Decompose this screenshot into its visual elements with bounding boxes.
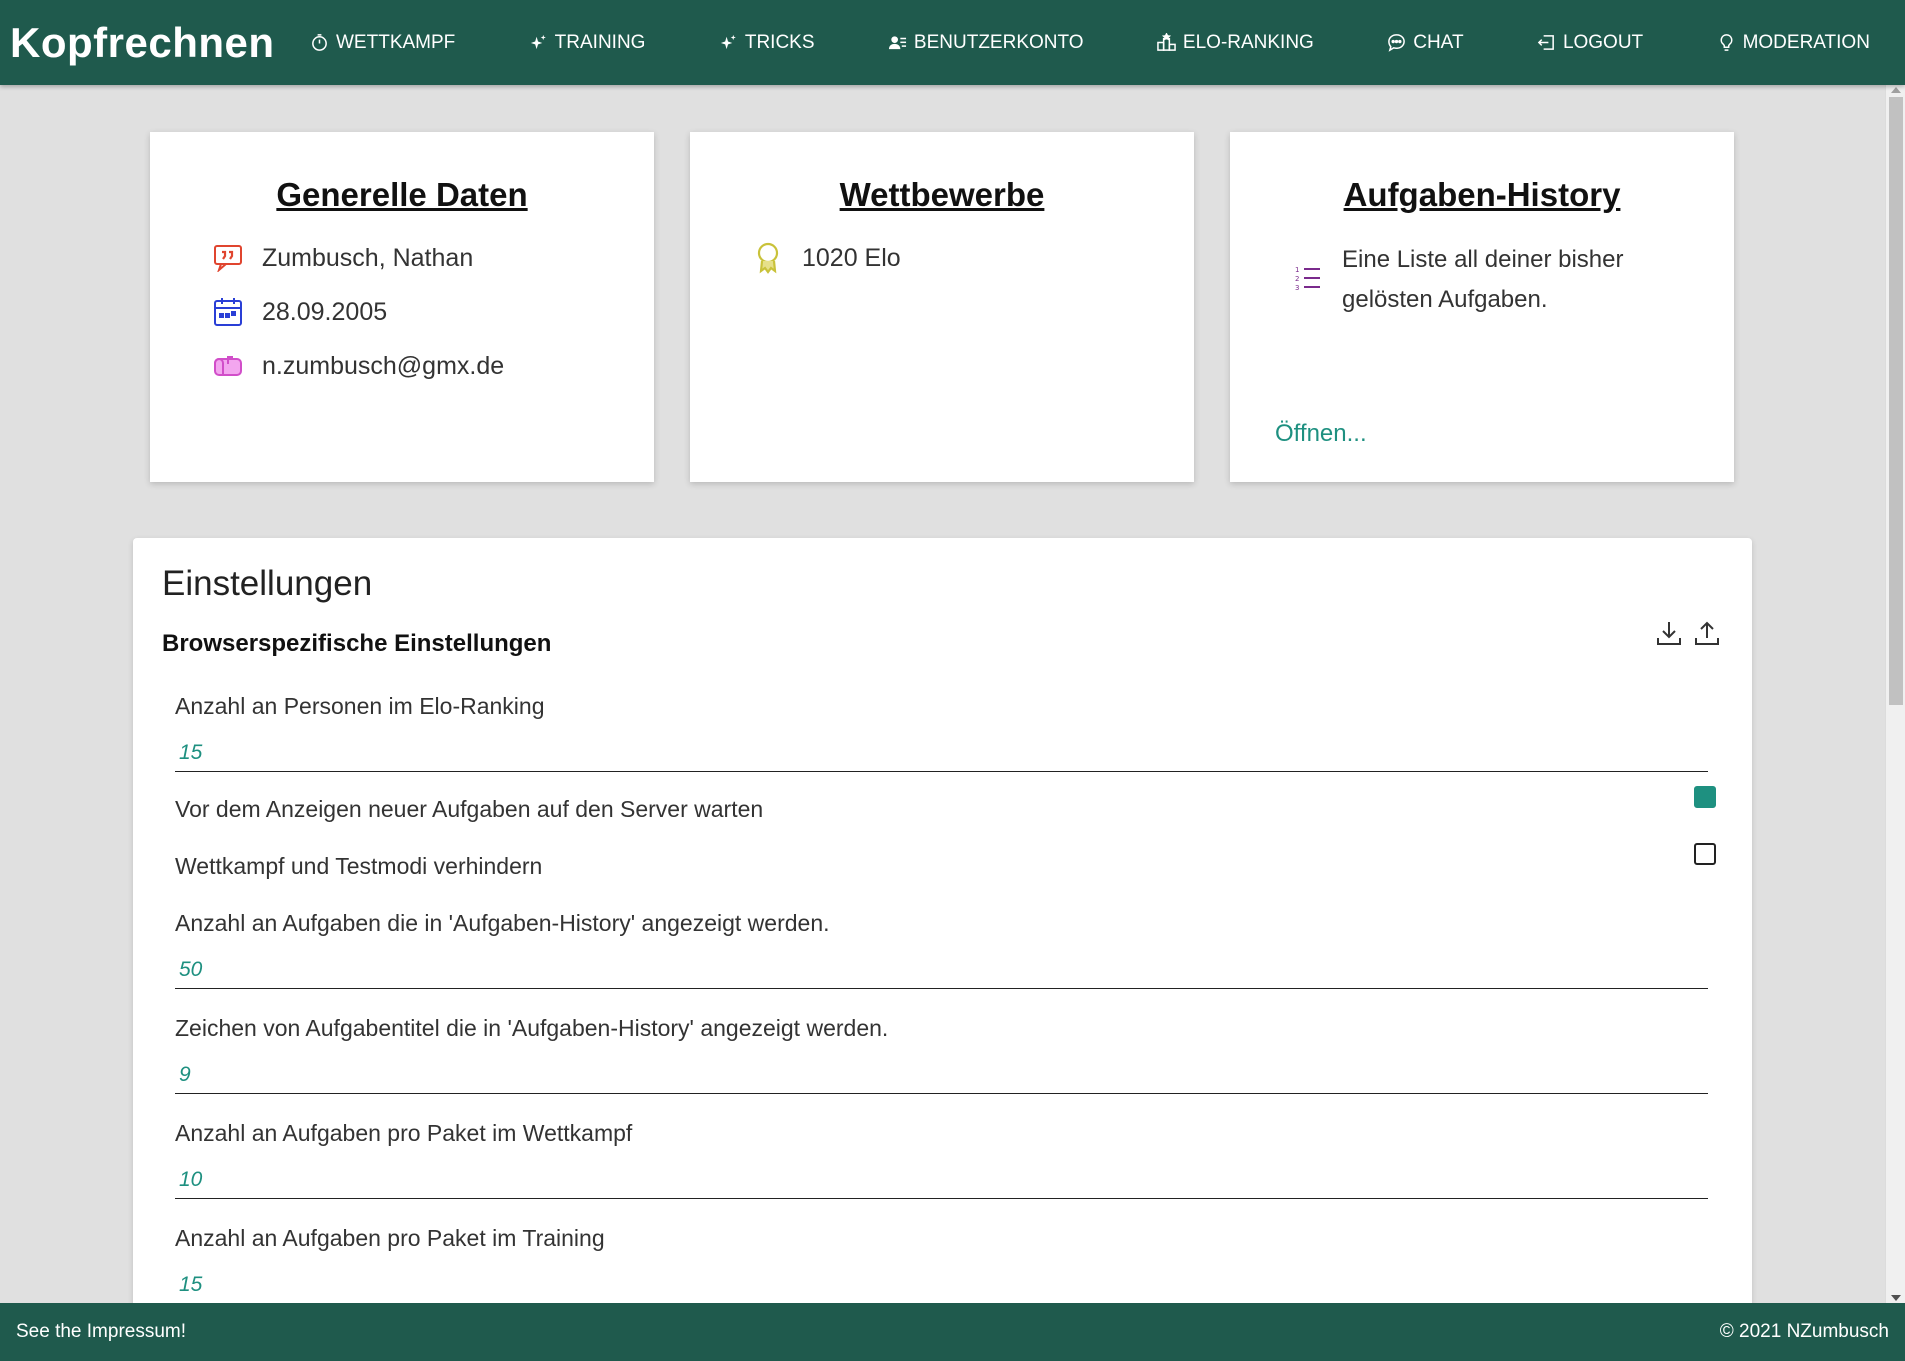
setting-label-training-package: Anzahl an Aufgaben pro Paket im Training	[175, 1225, 605, 1251]
nav-menu: WETTKAMPF TRAINING TRICKS BENUTZERKONTO …	[310, 32, 1905, 54]
competitions-card: Wettbewerbe 1020 Elo	[690, 132, 1194, 482]
stopwatch-icon	[312, 34, 327, 51]
user-name: Zumbusch, Nathan	[262, 243, 474, 272]
setting-label-wait-server: Vor dem Anzeigen neuer Aufgaben auf den …	[175, 796, 764, 822]
chat-bubble-icon	[1388, 34, 1406, 52]
footer: See the Impressum! © 2021 NZumbusch	[0, 1303, 1905, 1361]
scroll-up-arrow-icon[interactable]	[1891, 87, 1901, 93]
card-title: Aufgaben-History	[1343, 176, 1621, 213]
email-row: n.zumbusch@gmx.de	[212, 350, 654, 382]
setting-label-history-count: Anzahl an Aufgaben die in 'Aufgaben-Hist…	[175, 910, 830, 936]
email: n.zumbusch@gmx.de	[262, 351, 505, 380]
general-data-card: Generelle Daten Zumbusch, Nathan 28.09.2…	[150, 132, 654, 482]
history-count-input[interactable]: 50	[175, 951, 1708, 989]
scroll-thumb[interactable]	[1889, 97, 1903, 705]
elo-value: 1020 Elo	[802, 243, 901, 272]
nav-item-wettkampf[interactable]: WETTKAMPF	[310, 32, 455, 54]
title-chars-input[interactable]: 9	[175, 1056, 1708, 1094]
task-history-card: Aufgaben-History 123 Eine Liste all dein…	[1230, 132, 1734, 482]
lightbulb-icon	[1720, 34, 1733, 51]
impressum-link[interactable]: See the Impressum!	[16, 1321, 186, 1343]
setting-label-elo-count: Anzahl an Personen im Elo-Ranking	[175, 693, 545, 719]
open-history-link[interactable]: Öffnen...	[1275, 420, 1367, 448]
quote-bubble-icon	[212, 242, 244, 274]
setting-label-competition-package: Anzahl an Aufgaben pro Paket im Wettkamp…	[175, 1120, 633, 1146]
settings-io-buttons	[1656, 620, 1720, 646]
nav-label: TRAINING	[554, 31, 646, 53]
calendar-icon	[212, 296, 244, 328]
logout-icon	[1537, 35, 1554, 50]
nav-label: WETTKAMPF	[336, 31, 456, 53]
sparkles-icon	[720, 34, 736, 50]
sparkles-icon	[530, 34, 546, 50]
nav-label: BENUTZERKONTO	[913, 31, 1084, 53]
nav-label: CHAT	[1413, 31, 1464, 53]
history-description-row: 123 Eine Liste all deiner bisher gelöste…	[1292, 240, 1734, 320]
elo-row: 1020 Elo	[752, 242, 1194, 274]
nav-item-benutzerkonto[interactable]: BENUTZERKONTO	[888, 32, 1084, 54]
upload-icon[interactable]	[1694, 620, 1720, 646]
download-icon[interactable]	[1656, 620, 1682, 646]
mailbox-icon	[212, 350, 244, 382]
name-row: Zumbusch, Nathan	[212, 242, 654, 274]
card-title: Wettbewerbe	[839, 176, 1045, 213]
elo-count-input[interactable]: 15	[175, 734, 1708, 772]
numbered-list-icon: 123	[1292, 262, 1324, 294]
prevent-competition-checkbox[interactable]	[1694, 843, 1716, 865]
nav-label: MODERATION	[1742, 31, 1870, 53]
settings-panel: Einstellungen Browserspezifische Einstel…	[133, 538, 1752, 1338]
svg-text:1: 1	[1295, 266, 1299, 274]
nav-item-chat[interactable]: CHAT	[1387, 31, 1464, 54]
scroll-down-arrow-icon[interactable]	[1891, 1295, 1901, 1301]
nav-label: LOGOUT	[1562, 31, 1644, 53]
settings-subtitle: Browserspezifische Einstellungen	[162, 630, 552, 657]
nav-item-elo-ranking[interactable]: ELO-RANKING	[1157, 32, 1314, 54]
nav-label: ELO-RANKING	[1182, 31, 1314, 53]
card-title: Generelle Daten	[276, 176, 528, 213]
nav-item-tricks[interactable]: TRICKS	[719, 32, 815, 54]
wait-server-checkbox[interactable]	[1694, 786, 1716, 808]
history-description: Eine Liste all deiner bisher gelösten Au…	[1342, 246, 1624, 313]
nav-item-moderation[interactable]: MODERATION	[1717, 32, 1870, 54]
svg-text:3: 3	[1295, 284, 1299, 291]
app-title[interactable]: Kopfrechnen	[10, 19, 310, 67]
training-package-input[interactable]: 15	[175, 1266, 1708, 1304]
nav-label: TRICKS	[744, 31, 815, 53]
setting-label-title-chars: Zeichen von Aufgabentitel die in 'Aufgab…	[175, 1015, 889, 1041]
settings-title: Einstellungen	[162, 564, 373, 603]
user-card-icon	[888, 36, 906, 50]
top-navbar: Kopfrechnen WETTKAMPF TRAINING TRICKS BE…	[0, 0, 1905, 85]
page-scrollbar[interactable]	[1885, 85, 1905, 1303]
copyright-text: © 2021 NZumbusch	[1719, 1321, 1889, 1342]
nav-item-training[interactable]: TRAINING	[529, 31, 646, 54]
nav-item-logout[interactable]: LOGOUT	[1537, 32, 1643, 54]
svg-text:2: 2	[1295, 275, 1299, 283]
competition-package-input[interactable]: 10	[175, 1161, 1708, 1199]
podium-icon	[1157, 33, 1176, 51]
setting-label-prevent-competition: Wettkampf und Testmodi verhindern	[175, 853, 543, 879]
birthdate: 28.09.2005	[262, 297, 388, 326]
award-medal-icon	[752, 242, 784, 274]
birthdate-row: 28.09.2005	[212, 296, 654, 328]
